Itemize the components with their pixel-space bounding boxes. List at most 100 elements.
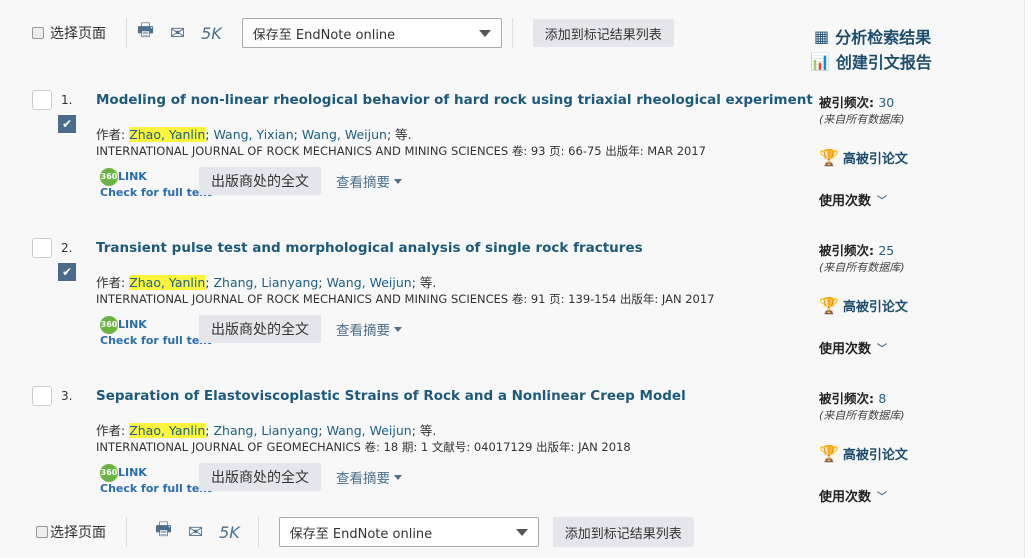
- author-prefix: 作者:: [96, 275, 130, 290]
- marked-checkbox[interactable]: ✔: [58, 115, 76, 133]
- usage-label: 使用次数: [819, 194, 872, 209]
- highlighted-author[interactable]: Zhao, Yanlin: [129, 127, 206, 142]
- author-link[interactable]: Zhang, Lianyang: [213, 423, 318, 438]
- et-al: 等.: [395, 127, 412, 142]
- chevron-down-icon: ﹀: [877, 344, 888, 355]
- divider: [257, 517, 259, 547]
- 360-link[interactable]: 360LINK Check for full text: [100, 316, 212, 347]
- author-prefix: 作者:: [96, 127, 130, 142]
- all-databases-note: (来自所有数据库): [819, 113, 905, 126]
- 360-link[interactable]: 360LINK Check for full text: [100, 464, 212, 495]
- author-link[interactable]: Zhang, Lianyang: [213, 275, 318, 290]
- divider: [126, 18, 127, 48]
- select-page-label: 选择页面: [50, 26, 106, 42]
- times-cited-label: 被引频次:: [819, 95, 879, 110]
- all-databases-note: (来自所有数据库): [819, 409, 905, 422]
- usage-count-toggle[interactable]: 使用次数 ﹀: [819, 190, 887, 209]
- bottom-toolbar: 选择页面 🖶 ✉ 5K 保存至 EndNote online 添加到标记结果列表: [36, 517, 694, 547]
- caret-down-icon: [394, 326, 402, 332]
- view-abstract-toggle[interactable]: 查看摘要: [336, 171, 402, 191]
- trophy-icon: 🏆: [819, 296, 839, 315]
- save-to-value: 保存至 EndNote online: [252, 27, 396, 43]
- 5k-button[interactable]: 5K: [219, 523, 240, 542]
- add-to-marked-button[interactable]: 添加到标记结果列表: [532, 19, 674, 47]
- chevron-down-icon: ﹀: [877, 492, 888, 503]
- trophy-icon: 🏆: [819, 444, 839, 463]
- select-page-checkbox[interactable]: [36, 526, 48, 538]
- times-cited: 被引频次: 30: [819, 92, 894, 111]
- record-checkbox[interactable]: [32, 90, 52, 110]
- times-cited-label: 被引频次:: [819, 391, 879, 406]
- highly-cited-link[interactable]: 🏆 高被引论文: [819, 444, 908, 463]
- link-label: LINK: [118, 318, 147, 331]
- view-abstract-label: 查看摘要: [336, 175, 390, 191]
- et-al: 等.: [419, 275, 437, 290]
- highlighted-author[interactable]: Zhao, Yanlin: [129, 423, 206, 438]
- printer-icon[interactable]: 🖶: [155, 517, 172, 547]
- publisher-full-text-button[interactable]: 出版商处的全文: [199, 315, 321, 343]
- author-link[interactable]: Wang, Weijun: [302, 127, 387, 142]
- publisher-full-text-button[interactable]: 出版商处的全文: [199, 463, 321, 491]
- usage-count-toggle[interactable]: 使用次数 ﹀: [819, 338, 887, 357]
- save-to-select[interactable]: 保存至 EndNote online: [278, 517, 539, 547]
- author-prefix: 作者:: [96, 423, 130, 438]
- check-full-text: Check for full text: [100, 186, 212, 199]
- check-full-text: Check for full text: [100, 482, 212, 495]
- chevron-down-icon: [515, 528, 528, 536]
- publisher-full-text-button[interactable]: 出版商处的全文: [199, 167, 321, 195]
- highlighted-author[interactable]: Zhao, Yanlin: [129, 275, 206, 290]
- author-link[interactable]: Wang, Weijun: [327, 275, 412, 290]
- record-checkbox[interactable]: [32, 238, 52, 258]
- journal-info: INTERNATIONAL JOURNAL OF GEOMECHANICS 卷:…: [96, 440, 631, 454]
- author-link[interactable]: Wang, Yixian: [213, 127, 293, 142]
- analyze-icon: ▦: [814, 26, 830, 46]
- journal-info: INTERNATIONAL JOURNAL OF ROCK MECHANICS …: [96, 144, 706, 158]
- 360-badge-icon: 360: [100, 316, 118, 334]
- times-cited: 被引频次: 25: [819, 240, 894, 259]
- citation-report-link[interactable]: 📊 创建引文报告: [810, 49, 932, 73]
- record-title[interactable]: Separation of Elastoviscoplastic Strains…: [96, 388, 686, 404]
- link-label: LINK: [118, 466, 147, 479]
- marked-checkbox[interactable]: ✔: [58, 263, 76, 281]
- highly-cited-link[interactable]: 🏆 高被引论文: [819, 296, 908, 315]
- top-toolbar: 选择页面 🖶 ✉ 5K 保存至 EndNote online 添加到标记结果列表: [32, 18, 674, 48]
- authors-line: 作者: Zhao, Yanlin; Wang, Yixian; Wang, We…: [96, 127, 412, 142]
- usage-label: 使用次数: [819, 342, 872, 357]
- highly-cited-link[interactable]: 🏆 高被引论文: [819, 148, 908, 167]
- citation-report-label: 创建引文报告: [835, 53, 932, 72]
- authors-line: 作者: Zhao, Yanlin; Zhang, Lianyang; Wang,…: [96, 275, 437, 290]
- highly-cited-label: 高被引论文: [842, 152, 908, 167]
- divider: [511, 18, 513, 48]
- record-title[interactable]: Modeling of non-linear rheological behav…: [96, 92, 813, 108]
- times-cited-count[interactable]: 30: [878, 95, 894, 110]
- view-abstract-label: 查看摘要: [336, 471, 390, 487]
- select-page-checkbox[interactable]: [32, 27, 44, 39]
- usage-label: 使用次数: [819, 490, 872, 505]
- link-label: LINK: [118, 170, 147, 183]
- highly-cited-label: 高被引论文: [842, 300, 908, 315]
- record-checkbox[interactable]: [32, 386, 52, 406]
- save-to-value: 保存至 EndNote online: [289, 526, 433, 542]
- save-to-select[interactable]: 保存至 EndNote online: [241, 18, 502, 48]
- et-al: 等.: [419, 423, 437, 438]
- caret-down-icon: [394, 178, 402, 184]
- add-to-marked-button[interactable]: 添加到标记结果列表: [552, 517, 694, 547]
- author-link[interactable]: Wang, Weijun: [327, 423, 412, 438]
- 360-link[interactable]: 360LINK Check for full text: [100, 168, 212, 199]
- envelope-icon[interactable]: ✉: [188, 522, 203, 543]
- times-cited-count[interactable]: 8: [878, 391, 886, 406]
- usage-count-toggle[interactable]: 使用次数 ﹀: [819, 486, 887, 505]
- trophy-icon: 🏆: [819, 148, 839, 167]
- record-title[interactable]: Transient pulse test and morphological a…: [96, 240, 643, 256]
- view-abstract-label: 查看摘要: [336, 323, 390, 339]
- view-abstract-toggle[interactable]: 查看摘要: [336, 319, 402, 339]
- envelope-icon[interactable]: ✉: [170, 23, 185, 44]
- journal-info: INTERNATIONAL JOURNAL OF ROCK MECHANICS …: [96, 292, 715, 306]
- view-abstract-toggle[interactable]: 查看摘要: [336, 467, 402, 487]
- 5k-button[interactable]: 5K: [201, 24, 222, 43]
- printer-icon[interactable]: 🖶: [137, 18, 154, 48]
- times-cited-count[interactable]: 25: [878, 243, 894, 258]
- analyze-results-link[interactable]: ▦ 分析检索结果: [814, 24, 931, 48]
- scrollbar-edge: [1024, 0, 1034, 558]
- 360-badge-icon: 360: [100, 464, 118, 482]
